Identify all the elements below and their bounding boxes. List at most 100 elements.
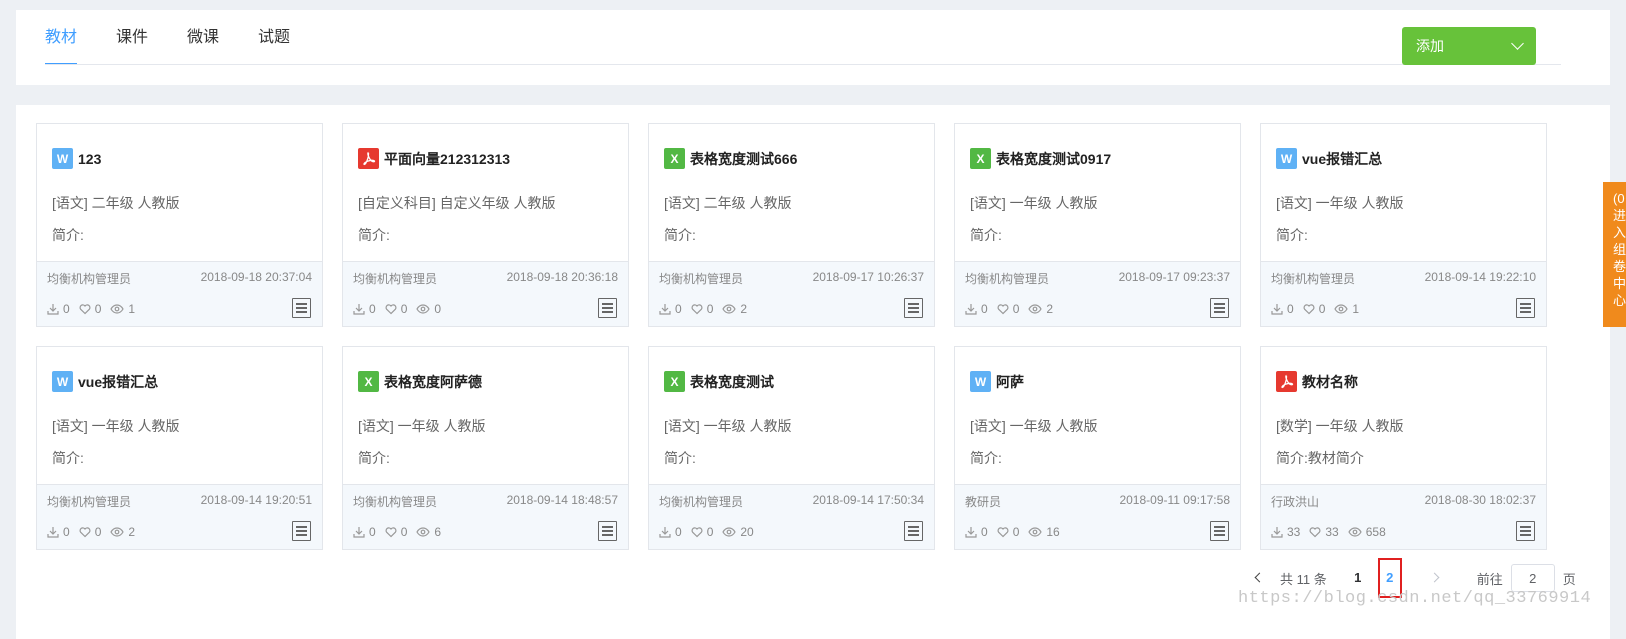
like-stat: 0 [997, 302, 1020, 316]
tab-textbook[interactable]: 教材 [45, 10, 78, 65]
document-icon[interactable] [904, 298, 923, 318]
like-count: 0 [1012, 525, 1020, 539]
download-stat: 0 [659, 525, 682, 539]
chevron-right-icon[interactable] [1427, 570, 1443, 586]
card-body: W vue报错汇总 [语文] 一年级 人教版 简介: [37, 347, 322, 485]
word-icon: W [52, 148, 73, 169]
card-title[interactable]: 123 [78, 151, 101, 167]
word-icon: W [1276, 148, 1297, 169]
goto-page-input[interactable] [1510, 564, 1555, 592]
heart-icon [79, 527, 91, 538]
like-count: 0 [1318, 302, 1326, 316]
excel-icon: X [664, 148, 685, 169]
resource-card[interactable]: 教材名称 [数学] 一年级 人教版 简介:教材简介 行政洪山 2018-08-3… [1260, 346, 1547, 550]
eye-icon [1348, 527, 1362, 537]
download-stat: 0 [659, 302, 682, 316]
heart-icon [1303, 304, 1315, 315]
add-button[interactable]: 添加 [1402, 27, 1536, 65]
excel-icon: X [664, 371, 685, 392]
card-title[interactable]: vue报错汇总 [1302, 149, 1382, 169]
document-icon[interactable] [598, 298, 617, 318]
like-count: 0 [1012, 302, 1020, 316]
card-description: 简介:教材简介 [1276, 450, 1364, 466]
card-author: 均衡机构管理员 [353, 495, 438, 509]
watermark: https://blog.csdn.net/qq_33769914 [1238, 589, 1592, 608]
eye-icon [416, 304, 431, 314]
card-title-row: X 表格宽度测试0917 [970, 148, 1111, 169]
card-title[interactable]: 表格宽度阿萨德 [384, 372, 482, 392]
document-icon[interactable] [292, 298, 311, 318]
card-body: X 表格宽度测试0917 [语文] 一年级 人教版 简介: [955, 124, 1240, 262]
chevron-left-icon[interactable] [1250, 570, 1266, 586]
resource-card[interactable]: 平面向量212312313 [自定义科目] 自定义年级 人教版 简介: 均衡机构… [342, 123, 629, 327]
document-icon[interactable] [598, 521, 617, 541]
download-stat: 0 [47, 525, 70, 539]
card-title[interactable]: 阿萨 [996, 372, 1024, 392]
pdf-icon [358, 148, 379, 169]
like-count: 0 [706, 525, 714, 539]
download-icon [353, 304, 365, 315]
resource-card[interactable]: X 表格宽度测试 [语文] 一年级 人教版 简介: 均衡机构管理员 2018-0… [648, 346, 935, 550]
download-stat: 0 [1271, 302, 1294, 316]
resource-panel: W 123 [语文] 二年级 人教版 简介: 均衡机构管理员 2018-09-1… [16, 105, 1610, 639]
resource-card[interactable]: X 表格宽度测试0917 [语文] 一年级 人教版 简介: 均衡机构管理员 20… [954, 123, 1241, 327]
document-icon[interactable] [1516, 521, 1535, 541]
card-title[interactable]: 表格宽度测试0917 [996, 149, 1111, 169]
view-stat: 0 [416, 302, 441, 316]
tab-micro-lesson[interactable]: 微课 [187, 10, 219, 64]
card-author: 均衡机构管理员 [1271, 272, 1356, 286]
tab-courseware[interactable]: 课件 [116, 10, 148, 64]
card-title-row: 平面向量212312313 [358, 148, 510, 169]
like-count: 0 [94, 302, 102, 316]
download-stat: 0 [965, 302, 988, 316]
card-grid: W 123 [语文] 二年级 人教版 简介: 均衡机构管理员 2018-09-1… [36, 123, 1547, 550]
resource-card[interactable]: W 123 [语文] 二年级 人教版 简介: 均衡机构管理员 2018-09-1… [36, 123, 323, 327]
resource-card[interactable]: W vue报错汇总 [语文] 一年级 人教版 简介: 均衡机构管理员 2018-… [36, 346, 323, 550]
download-count: 33 [1287, 525, 1301, 539]
card-title[interactable]: 表格宽度测试 [690, 372, 774, 392]
card-title[interactable]: 平面向量212312313 [384, 149, 510, 169]
resource-card[interactable]: W vue报错汇总 [语文] 一年级 人教版 简介: 均衡机构管理员 2018-… [1260, 123, 1547, 327]
resource-card[interactable]: X 表格宽度测试666 [语文] 二年级 人教版 简介: 均衡机构管理员 201… [648, 123, 935, 327]
card-subject-grade: [数学] 一年级 人教版 [1276, 418, 1404, 434]
heart-icon [79, 304, 91, 315]
tab-questions[interactable]: 试题 [258, 10, 290, 64]
card-timestamp: 2018-09-14 19:20:51 [200, 493, 312, 507]
document-icon[interactable] [1210, 521, 1229, 541]
paper-center-side-tab[interactable]: (0 进入组卷中心 [1603, 182, 1626, 327]
card-subject-grade: [语文] 一年级 人教版 [52, 418, 180, 434]
resource-card[interactable]: W 阿萨 [语文] 一年级 人教版 简介: 教研员 2018-09-11 09:… [954, 346, 1241, 550]
view-count: 658 [1365, 525, 1386, 539]
document-icon[interactable] [292, 521, 311, 541]
document-icon[interactable] [1210, 298, 1229, 318]
card-author: 教研员 [965, 495, 1002, 509]
card-stats: 0 0 1 [1271, 302, 1368, 316]
card-description: 简介: [358, 227, 390, 243]
card-title-row: W 阿萨 [970, 371, 1024, 392]
card-timestamp: 2018-09-14 19:22:10 [1424, 270, 1536, 284]
card-footer: 均衡机构管理员 2018-09-17 10:26:37 0 0 2 [649, 262, 934, 326]
card-author: 均衡机构管理员 [353, 272, 438, 286]
download-icon [1271, 527, 1283, 538]
download-icon [1271, 304, 1283, 315]
card-stats: 0 0 2 [965, 302, 1062, 316]
document-icon[interactable] [1516, 298, 1535, 318]
card-author: 均衡机构管理员 [659, 272, 744, 286]
card-title[interactable]: 表格宽度测试666 [690, 149, 797, 169]
like-count: 0 [94, 525, 102, 539]
card-description: 简介: [52, 450, 84, 466]
card-title-row: X 表格宽度阿萨德 [358, 371, 482, 392]
document-icon[interactable] [904, 521, 923, 541]
card-title[interactable]: 教材名称 [1302, 372, 1358, 392]
like-count: 0 [400, 525, 408, 539]
download-icon [47, 304, 59, 315]
card-subject-grade: [自定义科目] 自定义年级 人教版 [358, 195, 556, 211]
card-stats: 0 0 1 [47, 302, 144, 316]
card-footer: 均衡机构管理员 2018-09-17 09:23:37 0 0 2 [955, 262, 1240, 326]
card-author: 均衡机构管理员 [47, 495, 132, 509]
view-stat: 16 [1028, 525, 1060, 539]
resource-card[interactable]: X 表格宽度阿萨德 [语文] 一年级 人教版 简介: 均衡机构管理员 2018-… [342, 346, 629, 550]
tabs-divider [45, 64, 1561, 65]
card-title[interactable]: vue报错汇总 [78, 372, 158, 392]
card-stats: 0 0 20 [659, 525, 763, 539]
